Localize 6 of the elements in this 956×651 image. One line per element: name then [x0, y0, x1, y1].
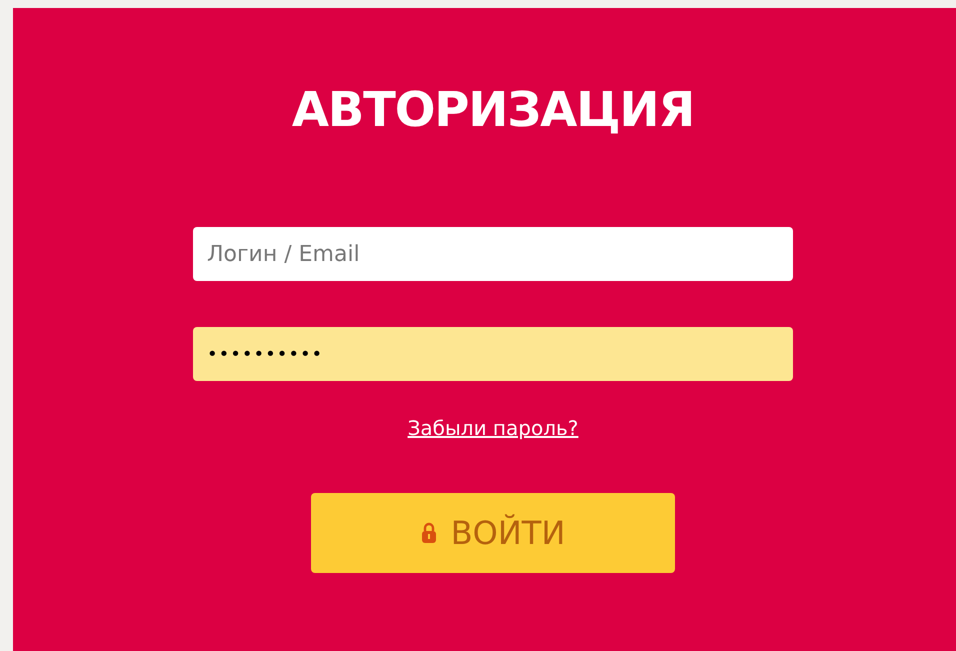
password-field[interactable]: •••••••••• — [193, 327, 793, 381]
login-button[interactable]: ВОЙТИ — [311, 493, 675, 573]
login-field[interactable]: Логин / Email — [193, 227, 793, 281]
forgot-password-link[interactable]: Забыли пароль? — [408, 413, 578, 443]
page-title: АВТОРИЗАЦИЯ — [292, 81, 694, 140]
lock-icon — [420, 522, 437, 544]
